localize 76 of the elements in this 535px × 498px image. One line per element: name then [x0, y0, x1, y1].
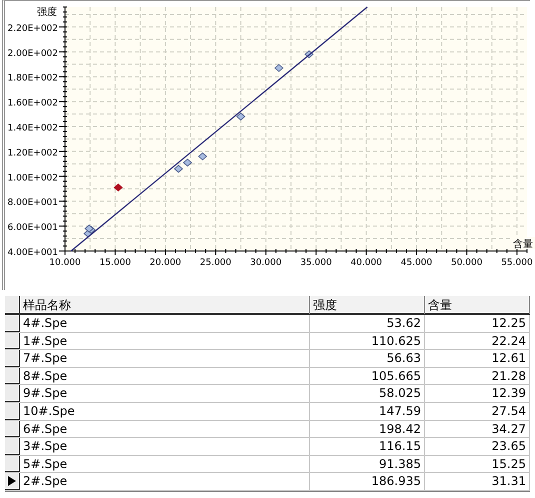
x-tick-label: 55.000 [501, 258, 533, 268]
tick-mark [58, 26, 66, 28]
table-cell: 7#.Spe [20, 350, 310, 367]
column-header[interactable]: 样品名称 [20, 296, 310, 314]
row-selector[interactable] [5, 315, 20, 332]
y-tick-label: 1.40E+002 [8, 124, 58, 134]
tick-mark [58, 76, 66, 78]
table-cell: 5#.Spe [20, 456, 310, 472]
x-tick-label: 30.000 [250, 258, 282, 268]
y-tick-label: 1.60E+002 [8, 98, 58, 109]
tick-mark [58, 101, 66, 102]
column-header[interactable]: 含量 [425, 296, 530, 314]
tick-mark [58, 200, 66, 202]
tick-mark [58, 176, 66, 177]
table-cell: 31.31 [425, 473, 530, 490]
table-cell: 23.65 [425, 438, 530, 455]
row-selector[interactable] [5, 438, 20, 455]
y-tick-label: 2.20E+002 [8, 24, 58, 34]
y-tick-label: 1.20E+002 [8, 148, 58, 158]
column-header[interactable]: 强度 [310, 296, 425, 314]
row-selector[interactable] [5, 420, 20, 438]
row-selector[interactable] [5, 385, 20, 402]
row-selector[interactable] [5, 456, 20, 472]
row-selector[interactable] [5, 473, 20, 490]
table-cell: 27.54 [425, 402, 530, 420]
y-tick-label: 8.00E+001 [8, 198, 58, 208]
x-tick-label: 50.000 [451, 258, 482, 268]
table-cell: 105.665 [310, 368, 425, 384]
tick-mark [58, 51, 66, 52]
tick-mark [58, 126, 66, 127]
x-tick-label: 20.000 [150, 258, 182, 268]
y-tick-label: 1.00E+002 [8, 173, 58, 184]
table-cell: 34.27 [425, 420, 530, 438]
table-cell: 12.25 [425, 315, 530, 332]
table-cell: 12.39 [425, 385, 530, 402]
row-selector[interactable] [5, 350, 20, 367]
table-cell: 110.625 [310, 332, 425, 350]
table-cell: 9#.Spe [20, 385, 310, 402]
x-tick-label: 15.000 [99, 258, 131, 268]
table-cell: 12.61 [425, 350, 530, 367]
y-tick-label: 4.00E+001 [8, 248, 58, 258]
x-tick-label: 40.000 [350, 258, 382, 268]
x-axis-label: 含量 [513, 239, 533, 250]
table-cell: 58.025 [310, 385, 425, 402]
y-tick-label: 1.80E+002 [8, 74, 58, 84]
table-cell: 147.59 [310, 402, 425, 420]
table-cell: 8#.Spe [20, 368, 310, 384]
table-cell: 56.63 [310, 350, 425, 367]
table-cell: 22.24 [425, 332, 530, 350]
current-row-icon [8, 476, 16, 486]
table-cell: 10#.Spe [20, 402, 310, 420]
table-cell: 1#.Spe [20, 332, 310, 350]
y-axis-label: 强度 [37, 7, 57, 18]
table-cell: 2#.Spe [20, 473, 310, 490]
table-cell: 53.62 [310, 315, 425, 332]
table-cell: 116.15 [310, 438, 425, 455]
x-tick-label: 45.000 [400, 258, 432, 268]
row-selector[interactable] [5, 402, 20, 420]
table-cell: 3#.Spe [20, 438, 310, 455]
tick-mark [58, 150, 66, 152]
x-tick-label: 35.000 [300, 258, 332, 268]
table-cell: 6#.Spe [20, 420, 310, 438]
tick-mark [58, 226, 66, 227]
table-cell: 4#.Spe [20, 315, 310, 332]
table-cell: 198.42 [310, 420, 425, 438]
tick-mark [58, 250, 66, 252]
y-tick-label: 6.00E+001 [8, 223, 58, 234]
table-cell: 21.28 [425, 368, 530, 384]
x-tick-label: 10.000 [49, 258, 81, 268]
table-cell: 15.25 [425, 456, 530, 472]
x-tick-label: 25.000 [200, 258, 232, 268]
row-selector[interactable] [5, 332, 20, 350]
row-selector[interactable] [5, 368, 20, 384]
table-cell: 186.935 [310, 473, 425, 490]
table-cell: 91.385 [310, 456, 425, 472]
y-tick-label: 2.00E+002 [8, 48, 58, 59]
